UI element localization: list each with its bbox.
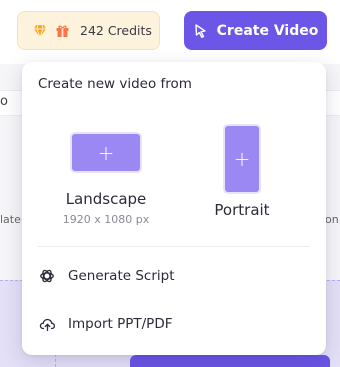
cursor-click-icon	[193, 23, 209, 39]
create-video-button[interactable]: Create Video	[184, 11, 327, 50]
credits-count: 242 Credits	[80, 23, 152, 38]
plus-icon: +	[97, 140, 115, 165]
gift-icon	[54, 23, 70, 39]
openai-icon	[38, 267, 56, 285]
generate-script-label: Generate Script	[68, 268, 175, 284]
dropdown-divider	[38, 246, 310, 247]
portrait-option[interactable]: + Portrait	[202, 124, 302, 236]
gem-icon	[32, 23, 48, 39]
create-video-label: Create Video	[216, 22, 319, 39]
landscape-thumbnail: +	[72, 134, 140, 171]
credits-badge[interactable]: 242 Credits	[17, 11, 160, 50]
background-edge-text: late	[0, 213, 21, 226]
background-button	[130, 355, 330, 367]
plus-icon: +	[233, 147, 251, 171]
portrait-label: Portrait	[214, 201, 270, 219]
landscape-label: Landscape	[65, 190, 147, 208]
import-ppt-pdf-label: Import PPT/PDF	[68, 316, 173, 332]
import-ppt-pdf-item[interactable]: Import PPT/PDF	[38, 309, 308, 339]
cloud-upload-icon	[38, 315, 56, 333]
landscape-resolution: 1920 x 1080 px	[62, 213, 150, 226]
dropdown-title: Create new video from	[38, 76, 192, 92]
landscape-option[interactable]: + Landscape 1920 x 1080 px	[36, 124, 149, 236]
generate-script-item[interactable]: Generate Script	[38, 261, 308, 291]
create-video-dropdown: Create new video from + Landscape 1920 x…	[22, 62, 326, 355]
background-edge-text: o	[0, 94, 8, 109]
portrait-thumbnail: +	[225, 126, 259, 192]
